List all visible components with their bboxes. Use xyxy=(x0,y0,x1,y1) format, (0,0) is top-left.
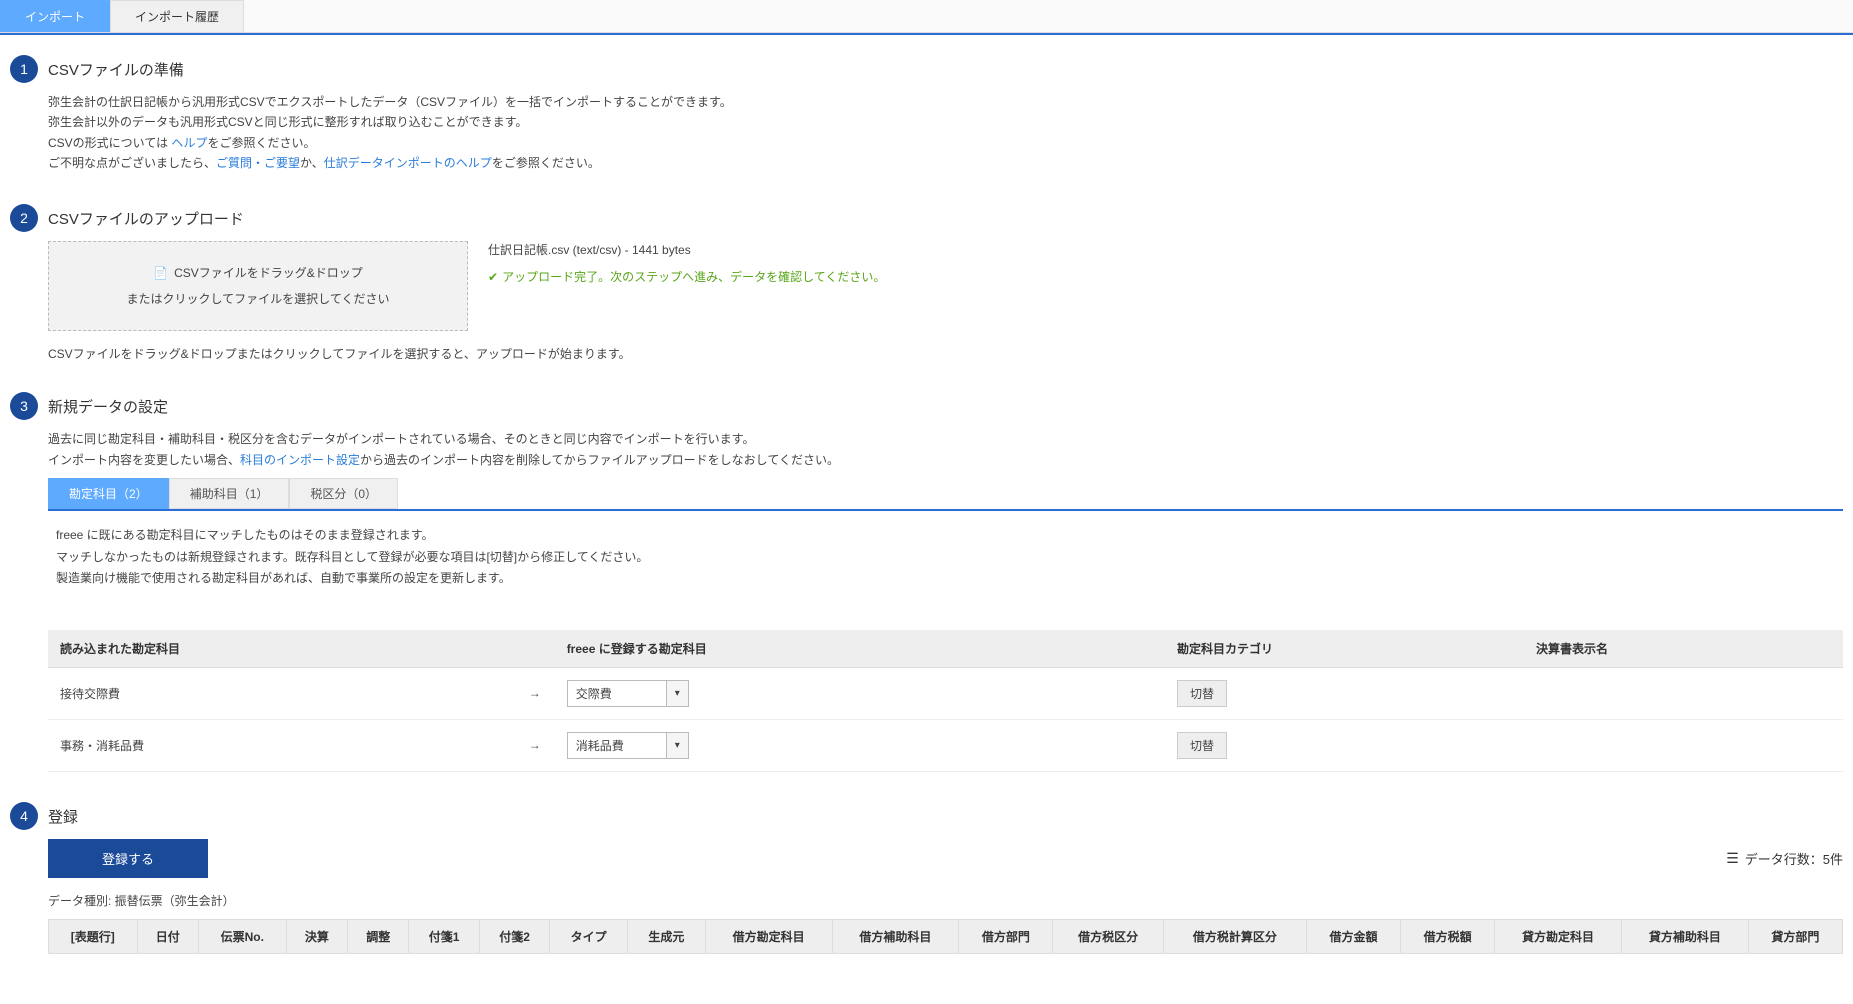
step-1-line-3a: ご不明な点がございましたら、 xyxy=(48,156,216,170)
col-read-account: 読み込まれた勘定科目 xyxy=(48,630,515,668)
chevron-down-icon: ▾ xyxy=(667,680,689,707)
step-3-number: 3 xyxy=(10,392,38,420)
preview-column-header: 付箋2 xyxy=(479,919,549,953)
preview-column-header: 伝票No. xyxy=(198,919,286,953)
selected-value: 交際費 xyxy=(567,680,667,707)
uploaded-file-info: 仕訳日記帳.csv (text/csv) - 1441 bytes xyxy=(488,241,885,258)
preview-column-header: 借方税額 xyxy=(1401,919,1495,953)
step-3-title: 新規データの設定 xyxy=(48,396,1843,417)
arrow-icon: → xyxy=(515,719,555,771)
import-help-link[interactable]: 仕訳データインポートのヘルプ xyxy=(324,156,492,170)
pill-account[interactable]: 勘定科目（2） xyxy=(48,478,169,509)
preview-column-header: 調整 xyxy=(348,919,409,953)
step-1-line-1a: 弥生会計の仕訳日記帳から汎用形式CSVでエクスポートしたデータ（CSVファイル）… xyxy=(48,92,1843,112)
pill-tabs: 勘定科目（2） 補助科目（1） 税区分（0） xyxy=(48,478,1843,509)
inquiry-link[interactable]: ご質問・ご要望 xyxy=(216,156,300,170)
swap-button[interactable]: 切替 xyxy=(1177,680,1227,707)
tab-history[interactable]: インポート履歴 xyxy=(110,0,244,32)
help-link[interactable]: ヘルプ xyxy=(171,136,207,150)
selected-value: 消耗品費 xyxy=(567,732,667,759)
file-dropzone[interactable]: 📄 CSVファイルをドラッグ&ドロップ またはクリックしてファイルを選択してくださ… xyxy=(48,241,468,332)
dropzone-line-1: CSVファイルをドラッグ&ドロップ xyxy=(174,266,363,280)
preview-column-header: 借方勘定科目 xyxy=(705,919,832,953)
table-row: 接待交際費 → 交際費 ▾ 切替 xyxy=(48,667,1843,719)
col-register-account: freee に登録する勘定科目 xyxy=(555,630,1165,668)
upload-success-message: ✔アップロード完了。次のステップへ進み、データを確認してください。 xyxy=(488,268,885,285)
step-1: 1 CSVファイルの準備 弥生会計の仕訳日記帳から汎用形式CSVでエクスポートし… xyxy=(10,55,1843,174)
check-icon: ✔ xyxy=(488,270,498,284)
step-3-note-3: 製造業向け機能で使用される勘定科目があれば、自動で事業所の設定を更新します。 xyxy=(56,568,1843,590)
swap-button[interactable]: 切替 xyxy=(1177,732,1227,759)
step-4-number: 4 xyxy=(10,802,38,830)
preview-column-header: タイプ xyxy=(550,919,628,953)
import-settings-link[interactable]: 科目のインポート設定 xyxy=(240,453,360,467)
dropzone-line-2: またはクリックしてファイルを選択してください xyxy=(59,286,457,312)
preview-column-header: 貸方部門 xyxy=(1748,919,1842,953)
preview-column-header: 生成元 xyxy=(628,919,706,953)
step-2: 2 CSVファイルのアップロード 📄 CSVファイルをドラッグ&ドロップ またはク… xyxy=(10,204,1843,363)
pill-sub-account[interactable]: 補助科目（1） xyxy=(169,478,290,509)
step-3-line-2a: インポート内容を変更したい場合、 xyxy=(48,453,240,467)
tab-import[interactable]: インポート xyxy=(0,0,110,32)
step-3-line-1: 過去に同じ勘定科目・補助科目・税区分を含むデータがインポートされている場合、その… xyxy=(48,429,1843,449)
preview-column-header: 貸方勘定科目 xyxy=(1495,919,1622,953)
preview-column-header: 借方部門 xyxy=(959,919,1053,953)
preview-column-header: 貸方補助科目 xyxy=(1621,919,1748,953)
account-select[interactable]: 交際費 ▾ xyxy=(567,680,689,707)
arrow-icon: → xyxy=(515,667,555,719)
preview-column-header: 借方補助科目 xyxy=(832,919,959,953)
divider xyxy=(48,509,1843,511)
step-1-line-3c: をご参照ください。 xyxy=(492,156,600,170)
read-account: 事務・消耗品費 xyxy=(48,719,515,771)
step-1-title: CSVファイルの準備 xyxy=(48,59,1843,80)
preview-column-header: 借方税区分 xyxy=(1053,919,1163,953)
account-mapping-table: 読み込まれた勘定科目 freee に登録する勘定科目 勘定科目カテゴリ 決算書表… xyxy=(48,630,1843,772)
col-arrow xyxy=(515,630,555,668)
step-3-note-1: freee に既にある勘定科目にマッチしたものはそのまま登録されます。 xyxy=(56,525,1843,547)
step-2-number: 2 xyxy=(10,204,38,232)
preview-table-wrap[interactable]: [表題行]日付伝票No.決算調整付箋1付箋2タイプ生成元借方勘定科目借方補助科目… xyxy=(48,919,1843,954)
preview-column-header: 日付 xyxy=(137,919,198,953)
step-4-title: 登録 xyxy=(48,806,1843,827)
step-2-title: CSVファイルのアップロード xyxy=(48,208,1843,229)
read-account: 接待交際費 xyxy=(48,667,515,719)
step-1-line-2a: CSVの形式については xyxy=(48,136,171,150)
table-row: 事務・消耗品費 → 消耗品費 ▾ 切替 xyxy=(48,719,1843,771)
row-count: ☰ データ行数：5件 xyxy=(1726,849,1843,868)
preview-table: [表題行]日付伝票No.決算調整付箋1付箋2タイプ生成元借方勘定科目借方補助科目… xyxy=(48,919,1843,954)
preview-column-header: 付箋1 xyxy=(409,919,479,953)
account-select[interactable]: 消耗品費 ▾ xyxy=(567,732,689,759)
step-3: 3 新規データの設定 過去に同じ勘定科目・補助科目・税区分を含むデータがインポー… xyxy=(10,392,1843,772)
step-1-line-1b: 弥生会計以外のデータも汎用形式CSVと同じ形式に整形すれば取り込むことができます… xyxy=(48,112,1843,132)
data-type-value: 振替伝票（弥生会計） xyxy=(115,894,235,908)
preview-column-header: [表題行] xyxy=(49,919,138,953)
col-category: 勘定科目カテゴリ xyxy=(1165,630,1524,668)
upload-note: CSVファイルをドラッグ&ドロップまたはクリックしてファイルを選択すると、アップ… xyxy=(48,345,1843,362)
step-1-line-3b: か、 xyxy=(300,156,324,170)
step-3-note-2: マッチしなかったものは新規登録されます。既存科目として登録が必要な項目は[切替]… xyxy=(56,547,1843,569)
col-report-name: 決算書表示名 xyxy=(1524,630,1843,668)
list-icon: ☰ xyxy=(1726,850,1739,867)
pill-tax[interactable]: 税区分（0） xyxy=(289,478,398,509)
file-icon: 📄 xyxy=(153,260,168,286)
chevron-down-icon: ▾ xyxy=(667,732,689,759)
preview-column-header: 借方金額 xyxy=(1307,919,1401,953)
top-tabs: インポート インポート履歴 xyxy=(0,0,1853,33)
step-1-line-2b: をご参照ください。 xyxy=(207,136,315,150)
step-1-number: 1 xyxy=(10,55,38,83)
preview-column-header: 借方税計算区分 xyxy=(1163,919,1306,953)
register-button[interactable]: 登録する xyxy=(48,839,208,878)
data-type-label: データ種別: xyxy=(48,894,115,908)
preview-column-header: 決算 xyxy=(286,919,347,953)
step-3-line-2b: から過去のインポート内容を削除してからファイルアップロードをしなおしてください。 xyxy=(360,453,839,467)
step-4: 4 登録 登録する ☰ データ行数：5件 データ種別: 振替伝票（弥生会計） [… xyxy=(10,802,1843,954)
